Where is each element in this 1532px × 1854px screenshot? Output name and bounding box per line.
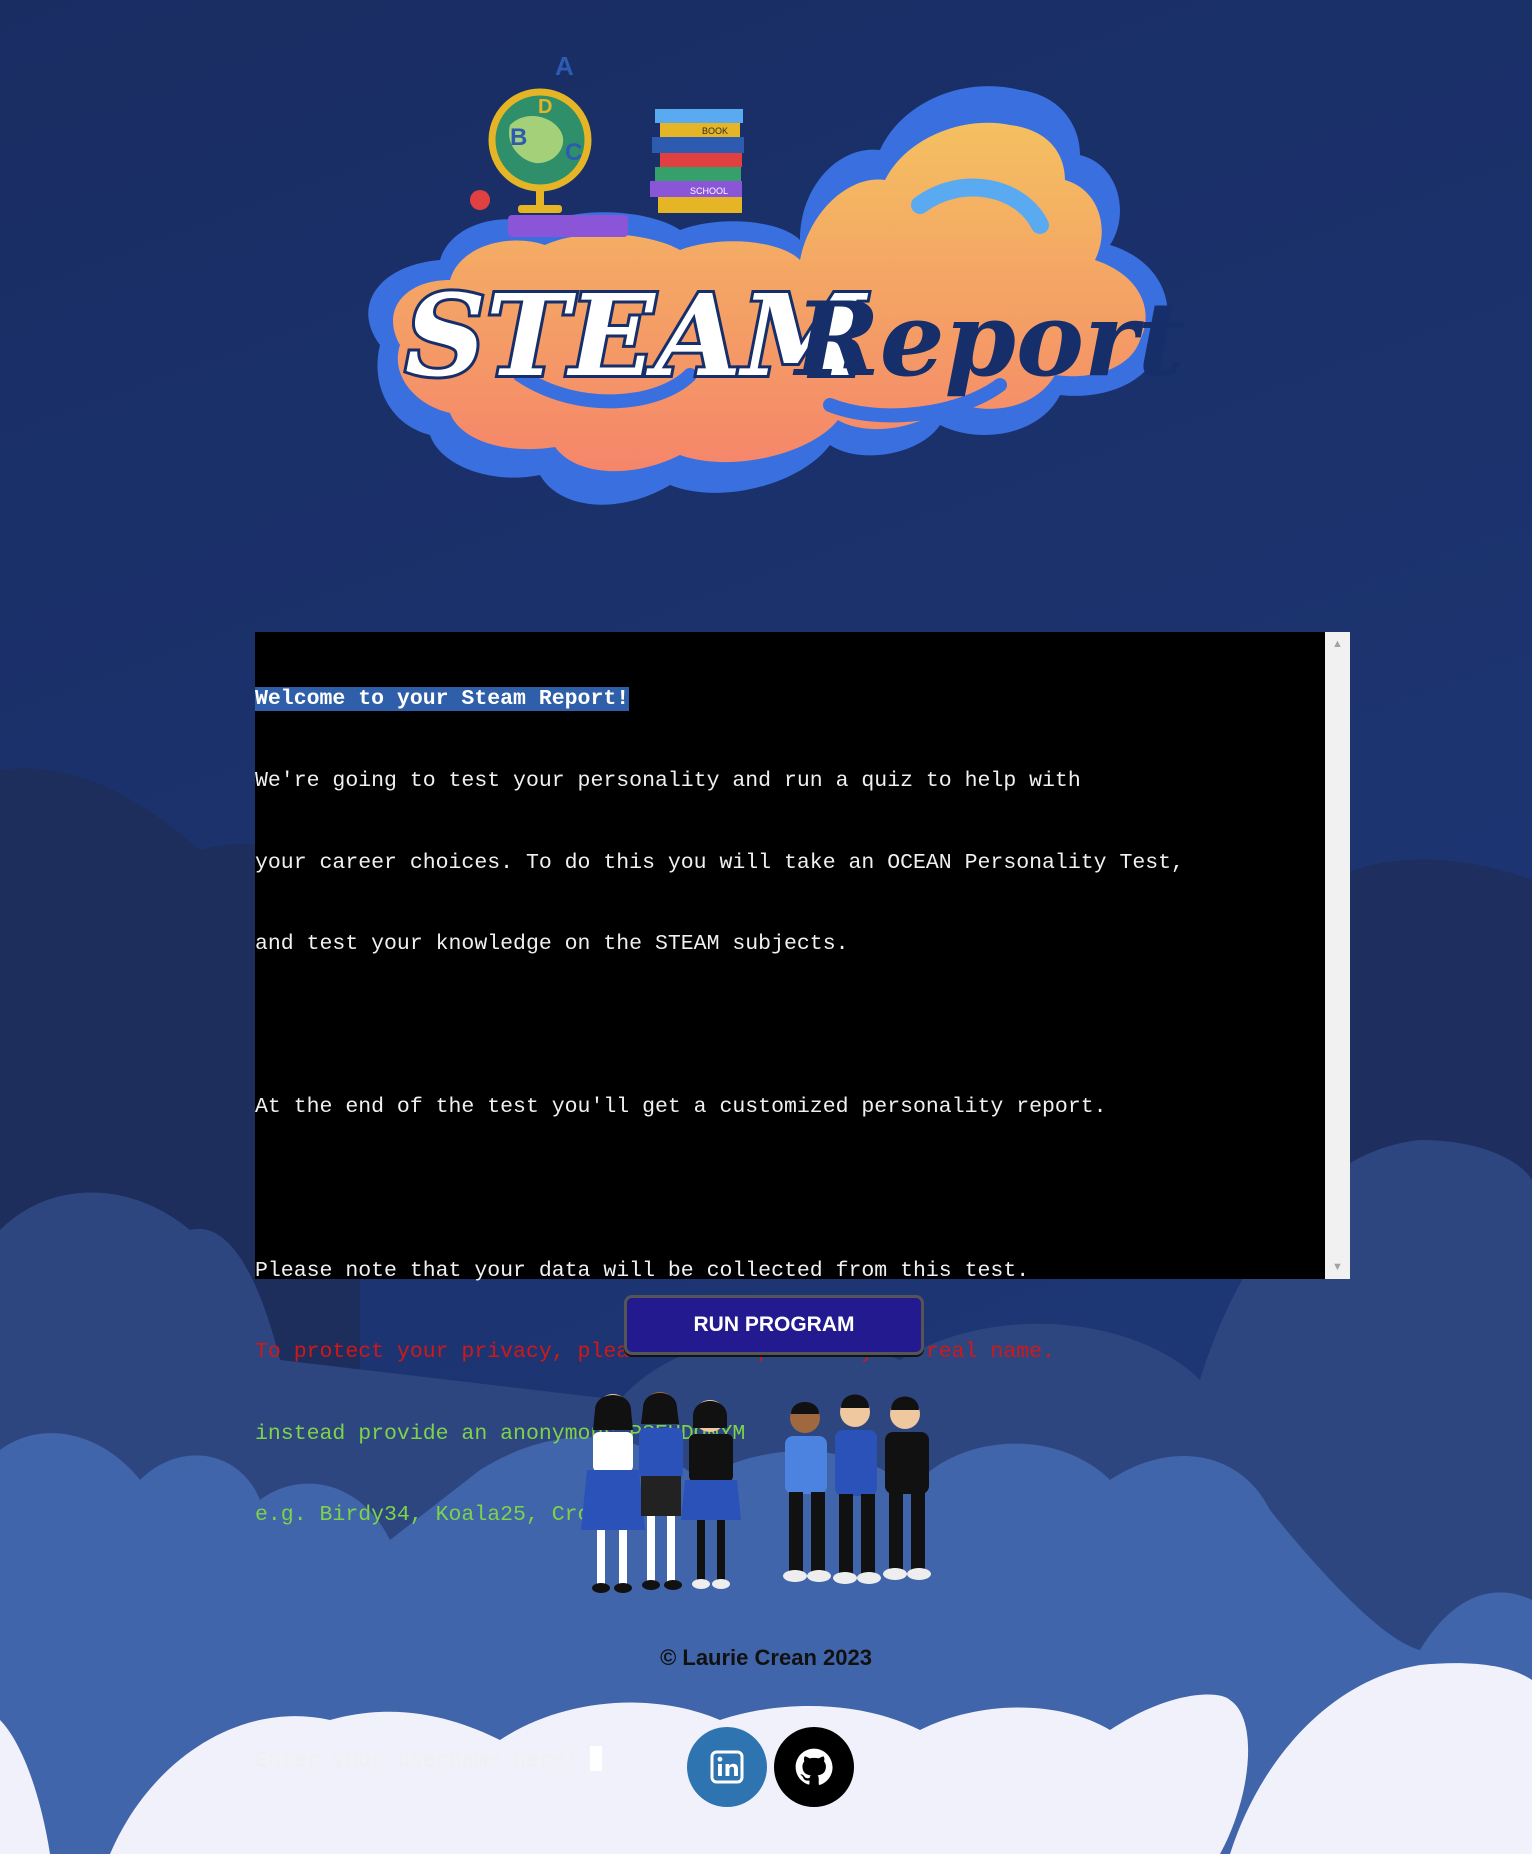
github-icon: [795, 1748, 833, 1785]
apple-icon: [470, 190, 490, 210]
linkedin-icon: [710, 1750, 744, 1784]
terminal-scrollbar[interactable]: ▲ ▼: [1325, 632, 1350, 1279]
scroll-up-arrow-icon[interactable]: ▲: [1325, 634, 1350, 654]
terminal-line: Please note that your data will be colle…: [255, 1258, 1030, 1283]
book-label: SCHOOL: [690, 186, 728, 196]
terminal-line: and test your knowledge on the STEAM sub…: [255, 932, 849, 957]
globe-letter-c: C: [565, 139, 582, 166]
terminal-window[interactable]: Welcome to your Steam Report! We're goin…: [255, 632, 1350, 1773]
terminal-line: your career choices. To do this you will…: [255, 850, 1184, 875]
purple-stand: [508, 215, 628, 237]
linkedin-link[interactable]: [687, 1727, 767, 1807]
github-link[interactable]: [774, 1727, 854, 1807]
username-prompt: Enter your username here:: [255, 1748, 591, 1773]
text-cursor[interactable]: [590, 1745, 603, 1771]
terminal-output[interactable]: Welcome to your Steam Report! We're goin…: [255, 632, 1325, 1773]
terminal-line: We're going to test your personality and…: [255, 769, 1081, 793]
scroll-down-arrow-icon[interactable]: ▼: [1325, 1257, 1350, 1277]
books-stack-icon: BOOK SCHOOL: [650, 109, 744, 213]
run-program-button[interactable]: RUN PROGRAM: [624, 1295, 924, 1355]
globe-letter-a: A: [555, 51, 574, 81]
terminal-line: Welcome to your Steam Report!: [255, 687, 630, 712]
terminal-line: At the end of the test you'll get a cust…: [255, 1095, 1107, 1120]
students-illustration: [581, 1392, 931, 1593]
logo-report-text: Report: [792, 280, 1185, 400]
steam-report-logo: A B C D BOOK SCHOOL STEAM Report: [368, 51, 1185, 505]
globe-letter-b: B: [510, 124, 527, 151]
book-label: BOOK: [702, 126, 728, 136]
globe-letter-d: D: [538, 96, 552, 118]
copyright-text: © Laurie Crean 2023: [660, 1645, 872, 1670]
